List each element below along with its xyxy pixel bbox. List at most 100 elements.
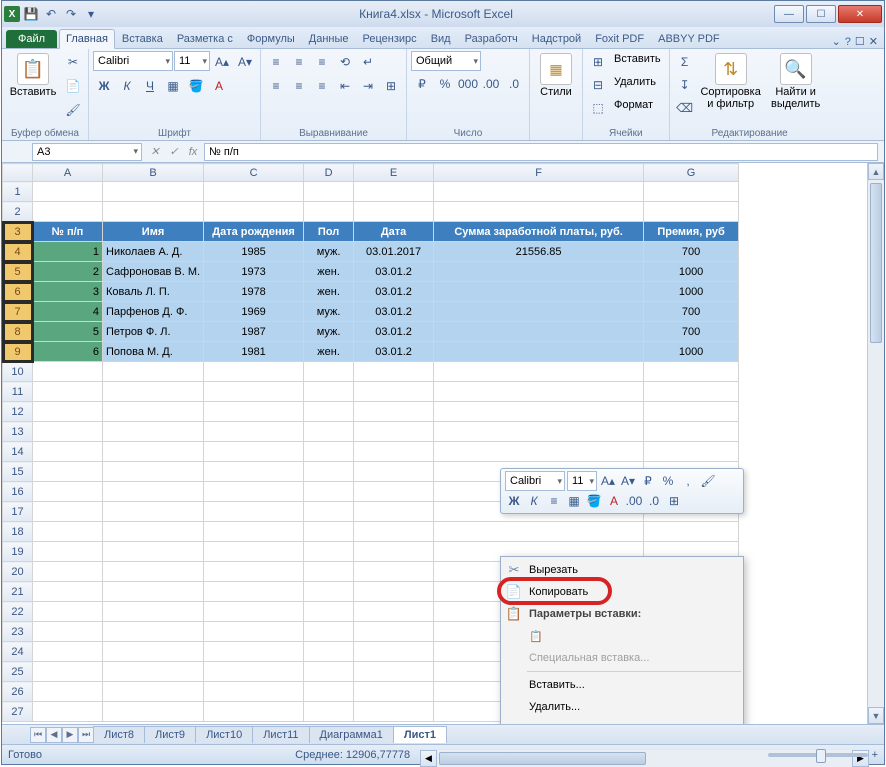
italic-button[interactable]: К (116, 75, 138, 97)
copy-icon[interactable]: 📄 (62, 75, 84, 97)
row-header-11[interactable]: 11 (3, 382, 33, 402)
cell[interactable] (434, 382, 644, 402)
align-top-icon[interactable]: ≡ (265, 51, 287, 73)
cell[interactable]: 03.01.2 (354, 282, 434, 302)
cell[interactable] (33, 422, 103, 442)
cell[interactable] (103, 182, 204, 202)
sheet-tab[interactable]: Лист9 (144, 726, 196, 743)
minimize-ribbon-icon[interactable]: ⌄ (832, 35, 841, 48)
cell[interactable] (103, 462, 204, 482)
cell[interactable]: Петров Ф. Л. (103, 322, 204, 342)
cell[interactable] (33, 602, 103, 622)
table-header[interactable]: № п/п (33, 222, 103, 242)
cell[interactable]: 4 (33, 302, 103, 322)
table-header[interactable]: Дата рождения (204, 222, 304, 242)
cell[interactable] (33, 202, 103, 222)
cell[interactable] (33, 702, 103, 722)
window-close-icon[interactable]: ✕ (869, 35, 878, 48)
row-header-10[interactable]: 10 (3, 362, 33, 382)
orientation-icon[interactable]: ⟲ (334, 51, 356, 73)
cell[interactable] (204, 542, 304, 562)
cell[interactable]: 03.01.2017 (354, 242, 434, 262)
bold-button[interactable]: Ж (93, 75, 115, 97)
align-bottom-icon[interactable]: ≡ (311, 51, 333, 73)
cell[interactable] (33, 502, 103, 522)
cell[interactable] (644, 182, 739, 202)
sort-filter-button[interactable]: ⇅ Сортировка и фильтр (698, 51, 764, 112)
cell[interactable] (434, 522, 644, 542)
cell[interactable] (304, 502, 354, 522)
cell[interactable] (204, 622, 304, 642)
increase-decimal-icon[interactable]: .00 (480, 73, 502, 95)
cell[interactable] (354, 602, 434, 622)
cell[interactable]: 1000 (644, 342, 739, 362)
file-tab[interactable]: Файл (6, 30, 57, 48)
cell[interactable] (304, 642, 354, 662)
cell[interactable] (644, 422, 739, 442)
cancel-formula-icon[interactable]: ✕ (146, 143, 164, 161)
cell[interactable]: муж. (304, 322, 354, 342)
row-header-9[interactable]: 9 (3, 342, 33, 362)
cell[interactable]: Попова М. Д. (103, 342, 204, 362)
minimize-button[interactable]: — (774, 5, 804, 23)
tab-home[interactable]: Главная (59, 29, 115, 49)
cell[interactable] (204, 382, 304, 402)
cell[interactable] (103, 562, 204, 582)
cell[interactable]: 700 (644, 302, 739, 322)
currency-icon[interactable]: ₽ (411, 73, 433, 95)
cell[interactable]: 700 (644, 322, 739, 342)
sheet-tab[interactable]: Лист1 (393, 726, 447, 743)
cell[interactable] (304, 402, 354, 422)
cell[interactable]: 6 (33, 342, 103, 362)
increase-indent-icon[interactable]: ⇥ (357, 75, 379, 97)
col-header-D[interactable]: D (304, 164, 354, 182)
cell[interactable] (354, 642, 434, 662)
row-header-3[interactable]: 3 (3, 222, 33, 242)
cell[interactable] (304, 422, 354, 442)
cell[interactable]: муж. (304, 242, 354, 262)
cell[interactable] (434, 322, 644, 342)
cell[interactable] (204, 442, 304, 462)
cell[interactable] (103, 482, 204, 502)
row-header-17[interactable]: 17 (3, 502, 33, 522)
cell[interactable] (33, 662, 103, 682)
cell[interactable] (204, 702, 304, 722)
cell[interactable] (204, 202, 304, 222)
cell[interactable] (434, 402, 644, 422)
sheet-tab[interactable]: Лист11 (252, 726, 309, 743)
cell[interactable] (103, 442, 204, 462)
cell[interactable] (354, 182, 434, 202)
cell[interactable]: 03.01.2 (354, 262, 434, 282)
cell[interactable] (103, 602, 204, 622)
cell[interactable] (33, 182, 103, 202)
close-button[interactable]: ✕ (838, 5, 882, 23)
row-header-25[interactable]: 25 (3, 662, 33, 682)
cell[interactable] (304, 602, 354, 622)
formula-input[interactable]: № п/п (204, 143, 878, 161)
cell[interactable] (644, 522, 739, 542)
worksheet-grid[interactable]: ABCDEFG123№ п/пИмяДата рожденияПолДатаСу… (2, 163, 884, 724)
cell[interactable] (103, 702, 204, 722)
col-header-G[interactable]: G (644, 164, 739, 182)
cell[interactable]: жен. (304, 282, 354, 302)
cell[interactable] (644, 382, 739, 402)
format-cells-icon[interactable]: ⬚ (587, 97, 609, 119)
cell[interactable]: муж. (304, 302, 354, 322)
table-header[interactable]: Имя (103, 222, 204, 242)
cell[interactable]: 1987 (204, 322, 304, 342)
cell[interactable] (33, 582, 103, 602)
cell[interactable] (354, 362, 434, 382)
cell[interactable]: жен. (304, 262, 354, 282)
row-header-1[interactable]: 1 (3, 182, 33, 202)
mini-italic-button[interactable]: К (525, 492, 543, 510)
mini-shrink-font-icon[interactable]: A▾ (619, 472, 637, 490)
sheet-nav-last-icon[interactable]: ⏭ (78, 727, 94, 743)
enter-formula-icon[interactable]: ✓ (165, 143, 183, 161)
cell[interactable]: 700 (644, 242, 739, 262)
cell[interactable] (434, 342, 644, 362)
row-header-16[interactable]: 16 (3, 482, 33, 502)
cell[interactable] (644, 202, 739, 222)
window-restore-icon[interactable]: ☐ (855, 35, 865, 48)
cell[interactable] (103, 382, 204, 402)
cell[interactable] (304, 582, 354, 602)
